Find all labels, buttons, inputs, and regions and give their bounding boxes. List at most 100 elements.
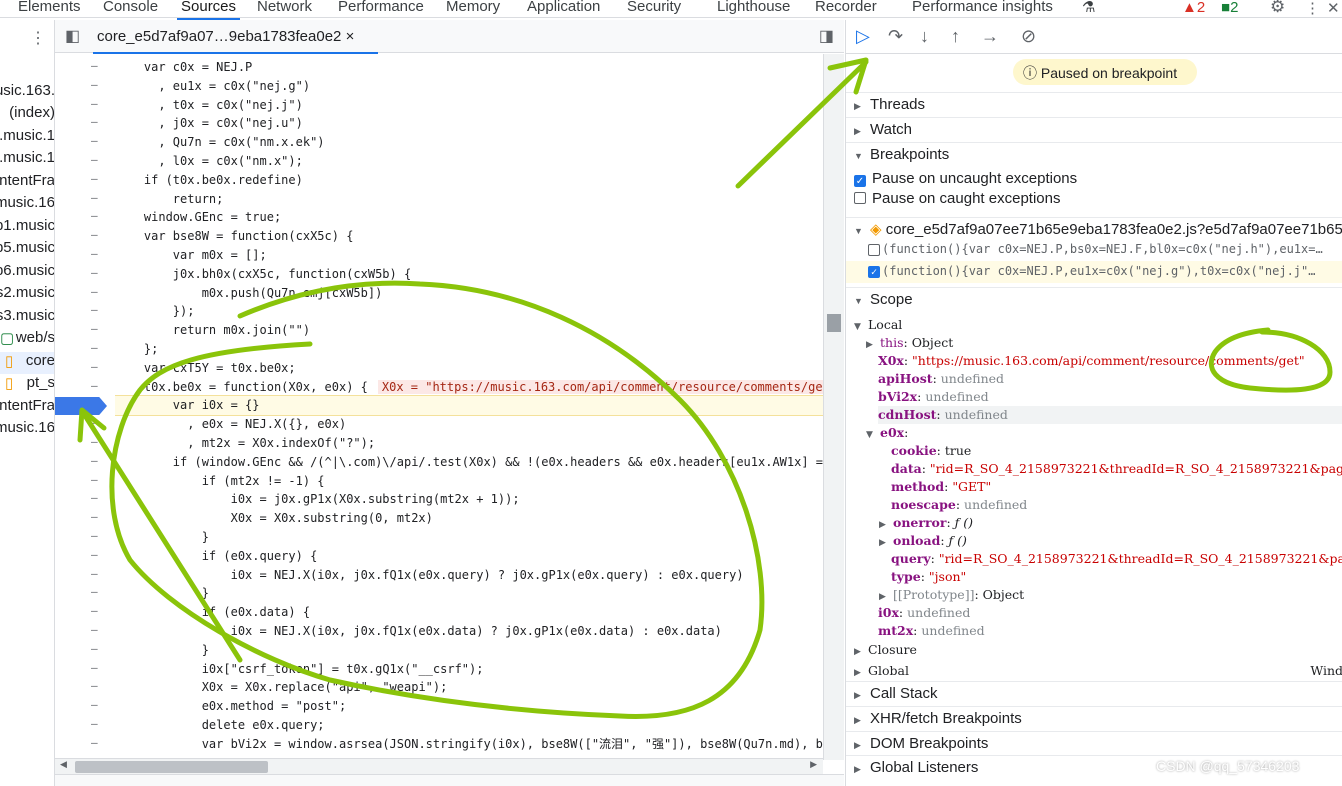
code-line[interactable]: , t0x = c0x("nej.j") [115, 96, 823, 115]
gutter-line-mark[interactable]: – [91, 454, 98, 467]
nav-item[interactable]: ontentFra [0, 172, 54, 194]
code-line[interactable]: , Qu7n = c0x("nm.x.ek") [115, 133, 823, 152]
scope-i0x[interactable]: i0x: undefined [878, 604, 970, 622]
section-breakpoints[interactable]: ▼ Breakpoints [846, 142, 1342, 166]
code-line[interactable]: var cxT5Y = t0x.be0x; [115, 359, 823, 378]
code-line[interactable]: i0x = NEJ.X(i0x, j0x.fQ1x(e0x.data) ? j0… [115, 622, 823, 641]
scroll-right-icon[interactable]: ▶ [810, 759, 817, 770]
gutter-line-mark[interactable]: – [91, 285, 98, 298]
section-dom-breakpoints[interactable]: ▶ DOM Breakpoints [846, 731, 1342, 755]
section-scope[interactable]: ▼ Scope [846, 287, 1342, 311]
gutter-line-mark[interactable]: – [91, 209, 98, 222]
breakpoint-marker[interactable] [55, 397, 107, 415]
code-line[interactable]: t0x.be0x = function(X0x, e0x) {X0x = "ht… [115, 378, 823, 397]
nav-item[interactable]: .music.1 [0, 149, 54, 171]
tab-application[interactable]: Application [527, 0, 600, 15]
scope-mt2x[interactable]: mt2x: undefined [878, 622, 985, 640]
code-line[interactable]: } [115, 584, 823, 603]
gutter-line-mark[interactable]: – [91, 360, 98, 373]
code-line[interactable]: m0x.push(Qu7n.emj[cxW5b]) [115, 284, 823, 303]
scope-apihost[interactable]: apiHost: undefined [878, 370, 1004, 388]
breakpoint-file[interactable]: ▼ ◈ core_e5d7af9a07ee71b65e9eba1783fea0e2… [846, 217, 1342, 239]
nav-item[interactable]: .music.1 [0, 127, 54, 149]
section-xhr-breakpoints[interactable]: ▶ XHR/fetch Breakpoints [846, 706, 1342, 730]
more-vertical-icon[interactable]: ⋮ [1305, 0, 1320, 17]
tab-core-file[interactable]: core_e5d7af9a07…9eba1783fea0e2 × [92, 28, 379, 54]
scope-local[interactable]: ▼ Local [854, 316, 902, 336]
nav-item[interactable]: s2.music [0, 284, 54, 306]
code-editor[interactable]: var c0x = NEJ.P , eu1x = c0x("nej.g") , … [115, 54, 823, 760]
step-over-icon[interactable]: ↷ [888, 26, 903, 47]
gutter-line-mark[interactable]: – [91, 567, 98, 580]
gutter-line-mark[interactable]: – [91, 679, 98, 692]
code-line[interactable]: }); [115, 302, 823, 321]
resume-icon[interactable]: ▷ [856, 26, 870, 47]
code-line[interactable]: window.GEnc = true; [115, 208, 823, 227]
tab-performance[interactable]: Performance [338, 0, 424, 15]
toggle-debugger-icon[interactable]: ◨ [819, 26, 834, 46]
scope-cookie[interactable]: cookie: true [891, 442, 971, 460]
horizontal-scrollbar[interactable]: ◀ ▶ [55, 758, 823, 774]
gutter-line-mark[interactable]: – [91, 548, 98, 561]
code-line[interactable]: } [115, 528, 823, 547]
pause-uncaught-checkbox[interactable]: ✓ Pause on uncaught exceptions [854, 170, 1077, 187]
section-threads[interactable]: ▶ Threads [846, 92, 1342, 116]
code-line[interactable]: delete e0x.query; [115, 716, 823, 735]
scope-cdnhost[interactable]: cdnHost: undefined [878, 406, 1342, 424]
nav-item[interactable]: p1.music [0, 217, 54, 239]
nav-item[interactable]: ▯ pt_s [0, 374, 54, 396]
tab-sources[interactable]: Sources [176, 0, 241, 20]
code-line[interactable]: } [115, 641, 823, 660]
code-line[interactable]: , j0x = c0x("nej.u") [115, 114, 823, 133]
gutter-line-mark[interactable]: – [91, 97, 98, 110]
code-line[interactable]: return m0x.join("") [115, 321, 823, 340]
nav-item[interactable]: (index) [0, 104, 54, 126]
scope-query[interactable]: query: "rid=R_SO_4_2158973221&threadId=R… [891, 550, 1342, 568]
code-line[interactable]: if (mt2x != -1) { [115, 472, 823, 491]
nav-item[interactable]: p5.music [0, 239, 54, 261]
gutter-line-mark[interactable]: – [91, 59, 98, 72]
gutter-line-mark[interactable]: – [91, 153, 98, 166]
vertical-scrollbar[interactable] [823, 54, 844, 760]
gutter-line-mark[interactable]: – [91, 379, 98, 392]
gutter-line-mark[interactable]: – [91, 736, 98, 749]
section-call-stack[interactable]: ▶ Call Stack [846, 681, 1342, 705]
code-line[interactable]: var i0x = {} [115, 395, 823, 417]
scope-onload[interactable]: ▶ onload: ƒ () [879, 532, 967, 552]
gutter-line-mark[interactable]: – [91, 228, 98, 241]
section-watch[interactable]: ▶ Watch [846, 117, 1342, 141]
nav-item[interactable]: ▢ web/s [0, 329, 54, 351]
gutter-line-mark[interactable]: – [91, 435, 98, 448]
nav-item[interactable]: ontentFra [0, 397, 54, 419]
scope-type[interactable]: type: "json" [891, 568, 966, 586]
gutter-line-mark[interactable]: – [91, 191, 98, 204]
code-line[interactable]: , mt2x = X0x.indexOf("?"); [115, 434, 823, 453]
nav-item[interactable]: music.163. [0, 82, 54, 104]
toggle-navigator-icon[interactable]: ◧ [65, 26, 80, 46]
tab-network[interactable]: Network [257, 0, 312, 15]
breakpoint-line[interactable]: (function(){var c0x=NEJ.P,bs0x=NEJ.F,bl0… [846, 239, 1342, 261]
scope-global[interactable]: ▶ Global Wind [854, 662, 1342, 682]
tab-lighthouse[interactable]: Lighthouse [717, 0, 790, 15]
gear-icon[interactable]: ⚙ [1270, 0, 1285, 17]
gutter-line-mark[interactable]: – [91, 642, 98, 655]
gutter-line-mark[interactable]: – [91, 473, 98, 486]
tab-performance-insights[interactable]: Performance insights [912, 0, 1053, 15]
tab-recorder[interactable]: Recorder [815, 0, 877, 15]
step-icon[interactable]: → [981, 26, 999, 47]
warning-badge[interactable]: ▲2 [1182, 0, 1205, 16]
code-line[interactable]: if (t0x.be0x.redefine) [115, 171, 823, 190]
gutter-line-mark[interactable]: – [91, 115, 98, 128]
scope-closure[interactable]: ▶ Closure [854, 641, 917, 661]
gutter-line-mark[interactable]: – [91, 585, 98, 598]
tab-memory[interactable]: Memory [446, 0, 500, 15]
gutter-line-mark[interactable]: – [91, 717, 98, 730]
gutter-line-mark[interactable]: – [91, 78, 98, 91]
code-line[interactable]: if (e0x.query) { [115, 547, 823, 566]
scope-onerror[interactable]: ▶ onerror: ƒ () [879, 514, 973, 534]
gutter-line-mark[interactable]: – [91, 698, 98, 711]
gutter-line-mark[interactable]: – [91, 134, 98, 147]
step-into-icon[interactable]: ↓ [920, 26, 929, 47]
scope-e0x[interactable]: ▼ e0x: [866, 424, 908, 444]
code-line[interactable]: var bse8W = function(cxX5c) { [115, 227, 823, 246]
